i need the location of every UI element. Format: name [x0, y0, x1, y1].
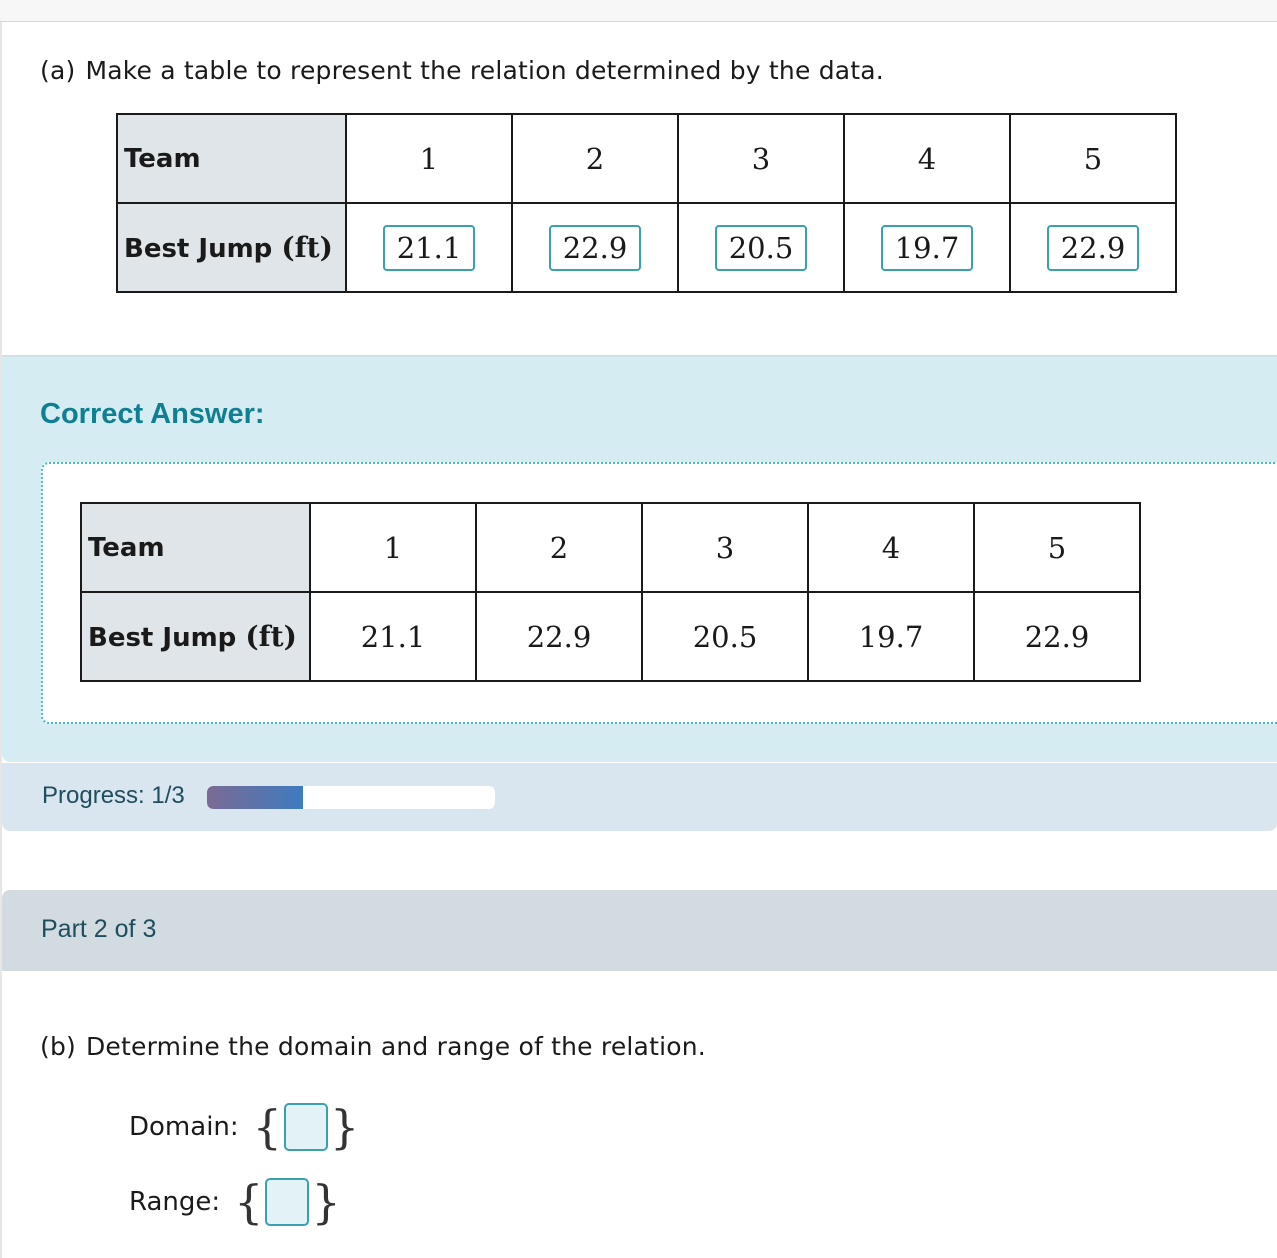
- jump-cell: 21.1: [345, 202, 513, 293]
- open-brace-icon: {: [252, 1100, 282, 1154]
- part-b-question: (b) Determine the domain and range of the…: [40, 1032, 706, 1061]
- jump-header: Best Jump (ft): [116, 202, 347, 293]
- jump-cell: 22.9: [1009, 202, 1177, 293]
- jump-input[interactable]: 22.9: [548, 224, 642, 271]
- jump-cell: 19.7: [807, 591, 975, 682]
- domain-row: Domain: { }: [129, 1103, 359, 1151]
- close-brace-icon: }: [329, 1100, 360, 1154]
- domain-label: Domain:: [129, 1112, 239, 1142]
- jump-cell: 22.9: [475, 591, 643, 682]
- range-row: Range: { }: [129, 1178, 341, 1226]
- top-bar: [0, 0, 1277, 22]
- correct-answer-title: Correct Answer:: [40, 398, 265, 430]
- part-a-prompt: Make a table to represent the relation d…: [85, 56, 884, 85]
- range-label: Range:: [129, 1187, 221, 1217]
- close-brace-icon: }: [311, 1175, 341, 1229]
- team-header: Team: [80, 502, 311, 593]
- team-cell: 3: [641, 502, 809, 593]
- part-header: Part 2 of 3: [41, 915, 157, 943]
- part-a-question: (a) Make a table to represent the relatio…: [40, 56, 884, 85]
- team-header: Team: [116, 113, 347, 204]
- jump-cell: 21.1: [309, 591, 477, 682]
- team-cell: 5: [973, 502, 1141, 593]
- jump-input[interactable]: 20.5: [714, 224, 808, 271]
- team-cell: 2: [475, 502, 643, 593]
- team-cell: 3: [677, 113, 845, 204]
- correct-answer-table: Team 1 2 3 4 5 Best Jump (ft) 21.1 22.9 …: [80, 502, 1141, 682]
- team-cell: 1: [309, 502, 477, 593]
- jump-unit: (ft): [281, 231, 333, 264]
- jump-header-label: Best Jump: [124, 234, 273, 264]
- jump-cell: 20.5: [641, 591, 809, 682]
- progress-label: Progress: 1/3: [42, 782, 185, 809]
- part-b-prompt: Determine the domain and range of the re…: [85, 1032, 706, 1061]
- domain-input[interactable]: [283, 1103, 328, 1151]
- jump-cell: 20.5: [677, 202, 845, 293]
- team-row: Team 1 2 3 4 5: [116, 113, 1177, 204]
- jump-input[interactable]: 19.7: [880, 224, 974, 271]
- team-cell: 4: [807, 502, 975, 593]
- jump-cell: 22.9: [973, 591, 1141, 682]
- jump-input[interactable]: 22.9: [1046, 224, 1140, 271]
- jump-input[interactable]: 21.1: [382, 224, 476, 271]
- jump-header-label: Best Jump: [88, 623, 237, 653]
- part-a-label: (a): [40, 56, 76, 85]
- jump-row: Best Jump (ft) 21.1 22.9 20.5 19.7 22.9: [116, 202, 1177, 293]
- jump-cell: 19.7: [843, 202, 1011, 293]
- answer-table: Team 1 2 3 4 5 Best Jump (ft) 21.1 22.9 …: [116, 113, 1177, 293]
- open-brace-icon: {: [234, 1175, 264, 1229]
- team-cell: 1: [345, 113, 513, 204]
- jump-unit: (ft): [245, 620, 297, 653]
- jump-header: Best Jump (ft): [80, 591, 311, 682]
- range-input[interactable]: [265, 1178, 310, 1226]
- jump-cell: 22.9: [511, 202, 679, 293]
- progress-bar: [207, 786, 495, 809]
- progress-panel: [2, 763, 1277, 831]
- part-header-panel: [2, 890, 1277, 971]
- part-b-label: (b): [40, 1032, 76, 1061]
- team-row: Team 1 2 3 4 5: [80, 502, 1141, 593]
- team-cell: 5: [1009, 113, 1177, 204]
- team-cell: 4: [843, 113, 1011, 204]
- team-cell: 2: [511, 113, 679, 204]
- progress-bar-fill: [207, 786, 303, 809]
- jump-row: Best Jump (ft) 21.1 22.9 20.5 19.7 22.9: [80, 591, 1141, 682]
